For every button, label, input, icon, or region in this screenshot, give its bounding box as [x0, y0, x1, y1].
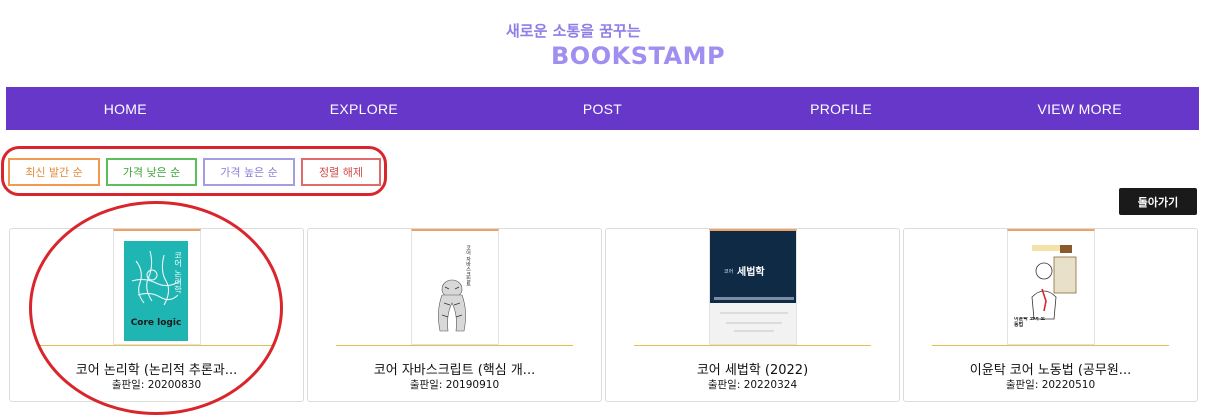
- book-publish-date: 출판일: 20220510: [1005, 379, 1096, 391]
- cover-title: 코어 자바스크립트: [465, 245, 471, 287]
- card-divider: [336, 345, 573, 346]
- book-cover[interactable]: 코어 세법학: [708, 229, 797, 345]
- sort-price-high-button[interactable]: 가격 높은 순: [203, 158, 295, 186]
- book-title[interactable]: 코어 자바스크립트 (핵심 개...: [308, 359, 601, 378]
- sort-button-group: 최신 발간 순 가격 낮은 순 가격 높은 순 정렬 해제: [8, 158, 381, 186]
- nav-view-more[interactable]: VIEW MORE: [960, 87, 1199, 130]
- nav-profile[interactable]: PROFILE: [722, 87, 961, 130]
- card-divider: [634, 345, 871, 346]
- card-divider: [38, 345, 275, 346]
- main-navbar: HOME EXPLORE POST PROFILE VIEW MORE: [6, 87, 1199, 130]
- book-card[interactable]: 코어 자바스크립트 코어 자바스크립트 (핵심 개... 출판일: 201909…: [307, 228, 602, 402]
- book-publish-date: 출판일: 20220324: [707, 379, 798, 391]
- cover-text: Core logic: [130, 318, 181, 328]
- book-card[interactable]: 이윤탁 코어 노동법 이윤탁 코어 노동법 (공무원... 출판일: 20220…: [903, 228, 1198, 402]
- brand-tagline: 새로운 소통을 꿈꾸는: [506, 22, 641, 40]
- nav-post[interactable]: POST: [483, 87, 722, 130]
- brand-header: 새로운 소통을 꿈꾸는 BOOKSTAMP: [0, 0, 1208, 86]
- brand-logo-text[interactable]: BOOKSTAMP: [551, 42, 725, 70]
- book-cover[interactable]: 코어 자바스크립트: [410, 229, 499, 345]
- book-card[interactable]: 코어 세법학 코어 세법학 (2022) 출판일: 20220324: [605, 228, 900, 402]
- book-publish-date: 출판일: 20200830: [111, 379, 202, 391]
- cover-title: 이윤탁 코어 노동법: [1013, 317, 1045, 328]
- book-title[interactable]: 코어 세법학 (2022): [606, 359, 899, 378]
- cover-title: 코어 논리학: [173, 251, 182, 295]
- back-button[interactable]: 돌아가기: [1119, 188, 1197, 215]
- book-list: 코어 논리학 Core logic 코어 논리학 (논리적 추론과... 출판일…: [9, 228, 1198, 402]
- book-card[interactable]: 코어 논리학 Core logic 코어 논리학 (논리적 추론과... 출판일…: [9, 228, 304, 402]
- nav-explore[interactable]: EXPLORE: [245, 87, 484, 130]
- book-title[interactable]: 이윤탁 코어 노동법 (공무원...: [904, 359, 1197, 378]
- sort-reset-button[interactable]: 정렬 해제: [301, 158, 381, 186]
- nav-home[interactable]: HOME: [6, 87, 245, 130]
- book-cover[interactable]: 코어 논리학 Core logic: [112, 229, 201, 345]
- book-title[interactable]: 코어 논리학 (논리적 추론과...: [10, 359, 303, 378]
- cover-title: 세법학: [737, 265, 765, 278]
- sort-latest-button[interactable]: 최신 발간 순: [8, 158, 100, 186]
- card-divider: [932, 345, 1169, 346]
- book-publish-date: 출판일: 20190910: [409, 379, 500, 391]
- cover-sub: 코어: [724, 268, 733, 275]
- sort-price-low-button[interactable]: 가격 낮은 순: [106, 158, 197, 186]
- book-cover[interactable]: 이윤탁 코어 노동법: [1006, 229, 1095, 345]
